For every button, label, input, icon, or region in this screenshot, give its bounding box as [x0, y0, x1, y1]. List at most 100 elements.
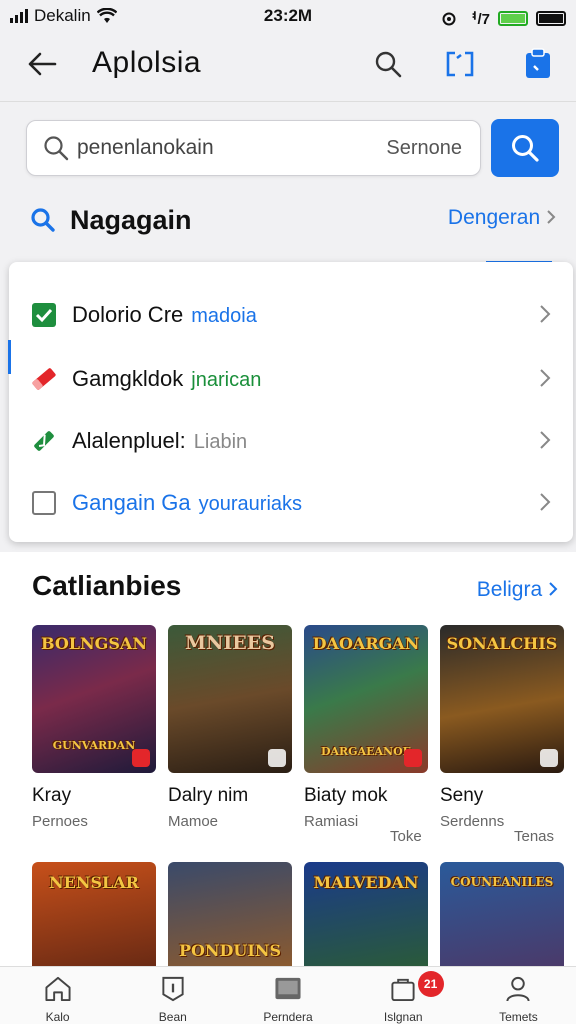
- search-input[interactable]: [77, 136, 367, 160]
- dropdown-menu: Dolorio Cre madoia Gamgkldok jnarican Alal…: [9, 262, 573, 542]
- dropdown-item-text: Gamgkldok: [72, 366, 184, 391]
- tab-label: Kalo: [45, 1010, 70, 1024]
- tab-gallery[interactable]: Perndera: [230, 967, 345, 1024]
- game-art-title: MNIEES: [185, 632, 275, 654]
- status-left: Dekalin: [10, 6, 210, 26]
- card-title: Kray: [32, 785, 72, 806]
- game-card[interactable]: MNIEES Dalry nim Mamoe: [168, 625, 292, 830]
- tab-label: Bean: [158, 1010, 187, 1024]
- search-icon: [44, 136, 69, 161]
- game-card[interactable]: PONDUINS: [168, 862, 292, 966]
- art-badge-icon: [268, 749, 286, 767]
- search-icon: [512, 135, 539, 162]
- card-extra-label: Toke: [390, 828, 422, 845]
- chevron-right-icon: [540, 431, 551, 449]
- section-link[interactable]: Dengeran: [448, 206, 556, 230]
- status-right-text: ᅧ/7: [463, 11, 490, 28]
- expand-icon: [446, 51, 474, 77]
- expand-button[interactable]: [442, 46, 478, 82]
- image-icon: [275, 977, 301, 1000]
- search-header-button[interactable]: [370, 46, 406, 82]
- tab-label: Islgnan: [383, 1010, 423, 1024]
- card-extra-label: Tenas: [514, 828, 555, 845]
- game-art-title: PONDUINS: [178, 941, 282, 960]
- chevron-right-icon: [540, 493, 551, 511]
- tab-info[interactable]: Bean: [115, 967, 230, 1024]
- art-badge-icon: [540, 749, 558, 767]
- game-art: DAOARGAN DARGAEANOE: [304, 625, 428, 773]
- game-art-title: COUNEANILES: [450, 875, 554, 889]
- back-button[interactable]: [24, 46, 60, 82]
- page-title: Aplolsia: [92, 46, 202, 79]
- tab-label: Perndera: [263, 1010, 313, 1024]
- game-art: MNIEES: [168, 625, 292, 773]
- categories-header: Catlianbies Beligra: [32, 570, 558, 610]
- game-art: BOLNGSAN GUNVARDAN: [32, 625, 156, 773]
- dropdown-item[interactable]: Alalenpluel: Liabin: [9, 410, 573, 472]
- chevron-right-icon: [540, 305, 551, 323]
- dropdown-item-text: Gangain Ga: [72, 490, 191, 515]
- green-checkbox-icon: [32, 303, 56, 327]
- game-art-title: NENSLAR: [49, 873, 139, 892]
- dropdown-item-text: Alalenpluel:: [72, 428, 186, 453]
- game-art: SONALCHIS: [440, 625, 564, 773]
- back-arrow-icon: [28, 52, 57, 76]
- info-icon: [162, 976, 184, 1002]
- search-hint: Sernone: [386, 136, 462, 159]
- clipboard-icon: [526, 48, 550, 78]
- status-bar: Dekalin 23:2M ᅧ/7: [0, 0, 576, 32]
- game-card[interactable]: BOLNGSAN GUNVARDAN Kray Pernoes: [32, 625, 156, 830]
- carrier-name: Dekalin: [34, 6, 91, 25]
- game-card[interactable]: SONALCHIS Seny Serdenns: [440, 625, 564, 830]
- game-art-title: DAOARGAN: [312, 634, 420, 653]
- art-badge-icon: [132, 749, 150, 767]
- search-button[interactable]: [491, 119, 559, 177]
- clipboard-button[interactable]: [520, 46, 556, 82]
- game-card[interactable]: MALVEDAN: [304, 862, 428, 966]
- card-title: Dalry nim: [168, 785, 249, 806]
- dropdown-item-sub: Liabin: [193, 431, 248, 453]
- bag-icon: [391, 978, 415, 1002]
- game-art-title: BOLNGSAN: [41, 634, 147, 653]
- dropdown-item[interactable]: Dolorio Cre madoia: [9, 284, 573, 346]
- dropdown-item-sub: madoia: [191, 305, 257, 327]
- bottom-tab-bar: Kalo Bean Perndera 21 Islgnan Temets: [0, 966, 576, 1024]
- search-icon: [375, 51, 402, 78]
- app-header: Aplolsia: [0, 32, 576, 102]
- chevron-right-icon: [540, 369, 551, 387]
- search-box[interactable]: Sernone: [26, 120, 481, 176]
- location-icon: [442, 12, 456, 25]
- person-icon: [506, 976, 530, 1002]
- red-eraser-icon: [32, 368, 56, 390]
- dropdown-item-text: Dolorio Cre: [72, 302, 184, 327]
- game-card[interactable]: COUNEANILES: [440, 862, 564, 966]
- section-title: Nagagain: [70, 204, 192, 235]
- chevron-right-icon: [547, 210, 556, 224]
- section-header: Nagagain Dengeran: [30, 200, 556, 240]
- card-title: Seny: [440, 785, 484, 806]
- notification-badge: 21: [417, 971, 444, 997]
- game-card[interactable]: NENSLAR: [32, 862, 156, 966]
- green-pencil-icon: [34, 431, 54, 451]
- status-right: ᅧ/7: [442, 8, 566, 29]
- dropdown-item-label: Alalenpluel: Liabin: [72, 428, 247, 454]
- dropdown-item-sub: yourauriaks: [198, 493, 303, 515]
- chevron-right-icon: [549, 582, 558, 596]
- search-icon: [31, 208, 55, 232]
- dropdown-item-label: Dolorio Cre madoia: [72, 302, 257, 328]
- active-indicator: [8, 340, 11, 374]
- dropdown-item-label: Gangain Ga yourauriaks: [72, 490, 302, 516]
- categories-link[interactable]: Beligra: [477, 578, 558, 602]
- tab-profile[interactable]: Temets: [461, 967, 576, 1024]
- game-card[interactable]: DAOARGAN DARGAEANOE Biaty mok Ramiasi: [304, 625, 428, 830]
- card-title: Biaty mok: [304, 785, 388, 806]
- tab-bag[interactable]: 21 Islgnan: [346, 967, 461, 1024]
- dropdown-item[interactable]: Gamgkldok jnarican: [9, 348, 573, 410]
- battery-icon: [536, 11, 566, 26]
- tab-home[interactable]: Kalo: [0, 967, 115, 1024]
- dropdown-item-sub: jnarican: [191, 369, 262, 391]
- wifi-icon: [96, 8, 117, 23]
- dropdown-item[interactable]: Gangain Ga yourauriaks: [9, 472, 573, 534]
- home-icon: [45, 976, 71, 1002]
- categories-link-label: Beligra: [476, 578, 543, 601]
